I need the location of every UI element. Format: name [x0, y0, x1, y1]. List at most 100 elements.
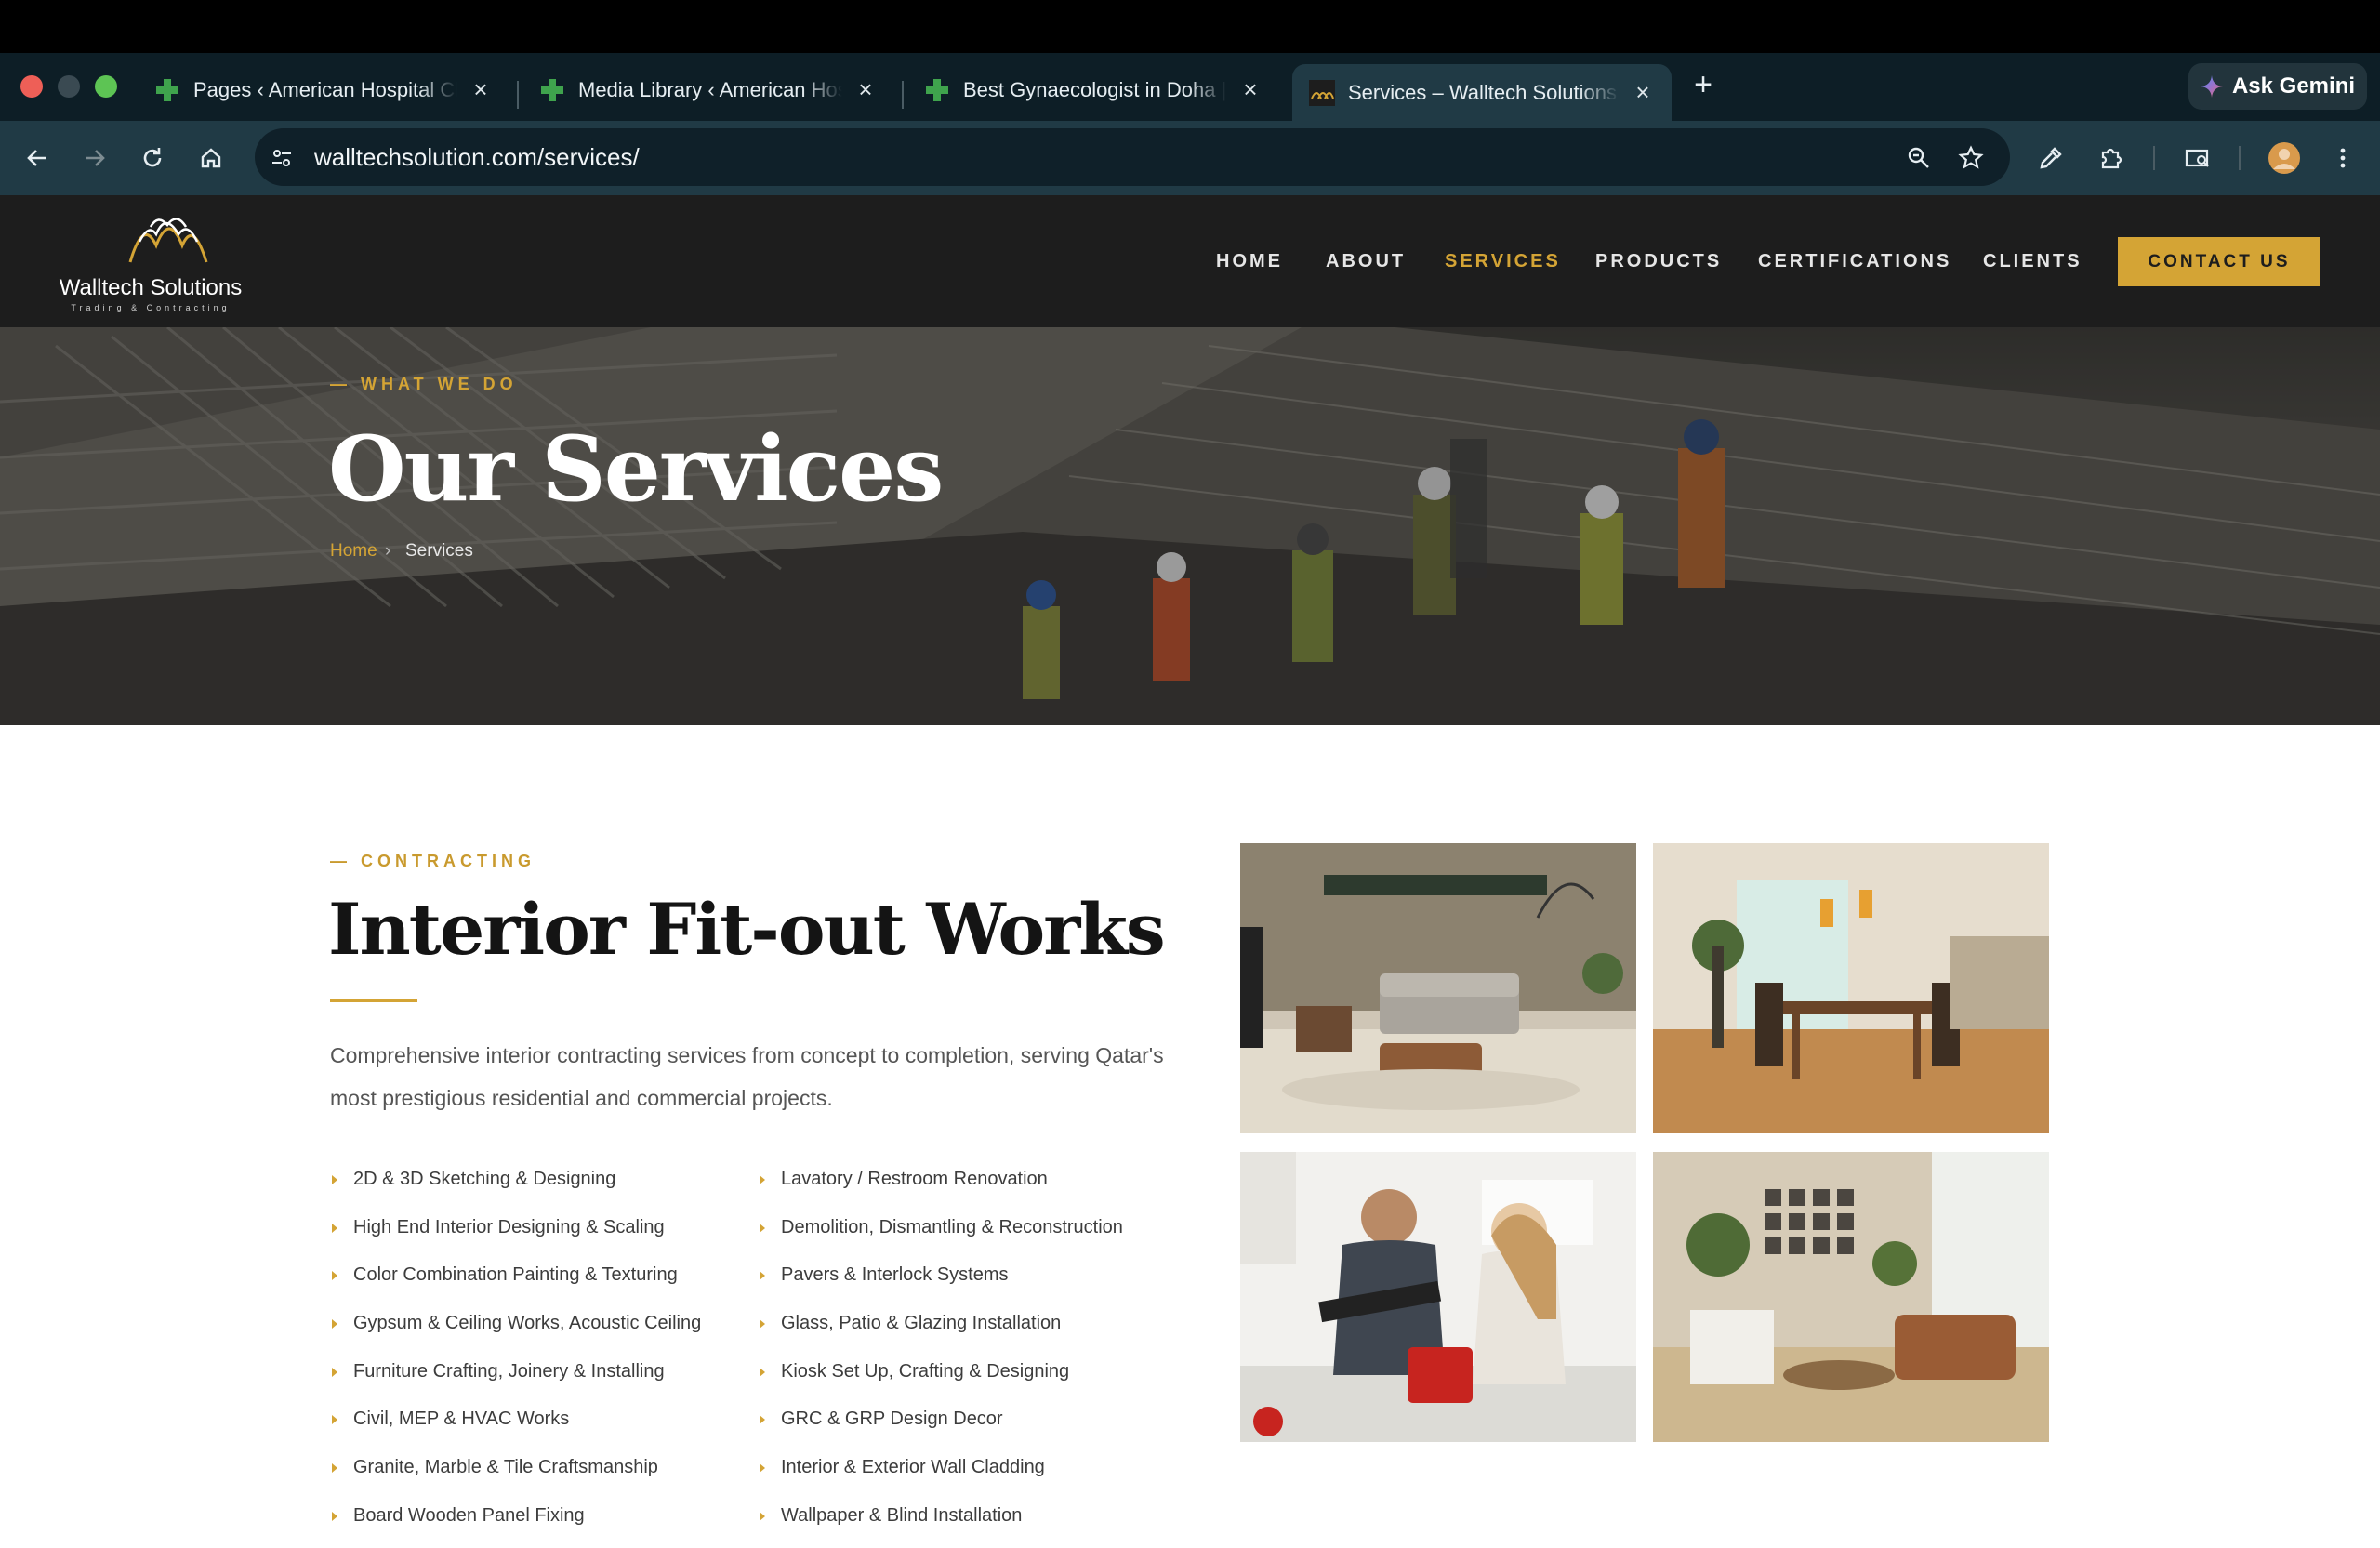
contact-us-button[interactable]: CONTACT US — [2118, 237, 2320, 286]
arrow-bullet-icon — [332, 1175, 337, 1184]
service-label: Kiosk Set Up, Crafting & Designing — [781, 1360, 1070, 1382]
tab-title: Services – Walltech Solutions — [1348, 80, 1617, 104]
section-kicker: — CONTRACTING — [330, 852, 536, 870]
service-label: Board Wooden Panel Fixing — [353, 1504, 585, 1526]
list-item: Gypsum & Ceiling Works, Acoustic Ceiling — [330, 1308, 701, 1356]
service-label: Glass, Patio & Glazing Installation — [781, 1313, 1062, 1334]
list-item: High End Interior Designing & Scaling — [330, 1212, 701, 1261]
service-label: Wallpaper & Blind Installation — [781, 1504, 1023, 1526]
service-label: Demolition, Dismantling & Reconstruction — [781, 1216, 1123, 1237]
service-label: Lavatory / Restroom Renovation — [781, 1169, 1048, 1189]
cross-favicon-icon — [924, 77, 950, 103]
breadcrumb-home-link[interactable]: Home — [330, 541, 377, 562]
nav-products[interactable]: PRODUCTS — [1595, 251, 1722, 272]
service-label: GRC & GRP Design Decor — [781, 1409, 1003, 1430]
cross-favicon-icon — [539, 77, 565, 103]
nav-home[interactable]: HOME — [1216, 251, 1283, 272]
list-item: Demolition, Dismantling & Reconstruction — [758, 1212, 1123, 1261]
maximize-window-icon[interactable] — [95, 75, 117, 98]
arrow-bullet-icon — [760, 1271, 765, 1281]
logo-subtitle: Trading & Contracting — [71, 303, 231, 312]
menu-icon[interactable] — [2324, 139, 2361, 177]
minimize-window-icon[interactable] — [58, 75, 80, 98]
browser-tab-active[interactable]: Services – Walltech Solutions × — [1292, 64, 1672, 121]
toolbar-divider — [2239, 146, 2241, 170]
list-item: 2D & 3D Sketching & Designing — [330, 1164, 701, 1212]
site-info-icon[interactable] — [263, 139, 300, 177]
close-tab-icon[interactable]: × — [1631, 78, 1655, 106]
zoom-icon[interactable] — [1900, 139, 1937, 177]
service-label: Interior & Exterior Wall Cladding — [781, 1457, 1045, 1478]
service-label: Granite, Marble & Tile Craftsmanship — [353, 1457, 658, 1478]
cross-favicon-icon — [154, 77, 180, 103]
service-label: High End Interior Designing & Scaling — [353, 1216, 665, 1237]
arrow-bullet-icon — [332, 1511, 337, 1521]
ask-gemini-label: Ask Gemini — [2231, 73, 2356, 99]
breadcrumb-current: Services — [405, 541, 473, 561]
list-item: GRC & GRP Design Decor — [758, 1404, 1123, 1452]
nav-certifications[interactable]: CERTIFICATIONS — [1758, 251, 1951, 272]
browser-tab[interactable]: Media Library ‹ American Hos × — [522, 64, 894, 115]
forward-icon[interactable] — [76, 139, 113, 177]
tab-search-icon[interactable] — [2179, 139, 2216, 177]
nav-about[interactable]: ABOUT — [1326, 251, 1406, 272]
service-label: Gypsum & Ceiling Works, Acoustic Ceiling — [353, 1313, 702, 1334]
service-label: Color Combination Painting & Texturing — [353, 1264, 678, 1286]
dining-room-photo — [1653, 843, 2049, 1133]
section-title: Interior Fit-out Works — [328, 888, 1166, 971]
living-room-photo — [1240, 843, 1636, 1133]
nav-clients[interactable]: CLIENTS — [1983, 251, 2082, 272]
tab-title: Media Library ‹ American Hos — [578, 77, 842, 101]
services-list-left: 2D & 3D Sketching & Designing High End I… — [330, 1164, 701, 1548]
profile-avatar[interactable] — [2266, 139, 2303, 177]
lounge-photo — [1653, 1152, 2049, 1442]
close-window-icon[interactable] — [20, 75, 43, 98]
arrow-bullet-icon — [332, 1271, 337, 1281]
tab-divider — [902, 81, 904, 109]
tab-divider — [517, 81, 519, 109]
tab-title: Pages ‹ American Hospital Cli — [193, 77, 457, 101]
list-item: Kiosk Set Up, Crafting & Designing — [758, 1356, 1123, 1405]
title-underline — [330, 999, 417, 1002]
reload-icon[interactable] — [134, 139, 171, 177]
star-icon[interactable] — [1952, 139, 1990, 177]
tab-title: Best Gynaecologist in Doha | — [963, 77, 1227, 101]
list-item: Board Wooden Panel Fixing — [330, 1501, 701, 1548]
arrow-bullet-icon — [760, 1463, 765, 1474]
services-list-right: Lavatory / Restroom Renovation Demolitio… — [758, 1164, 1123, 1548]
browser-tab[interactable]: Best Gynaecologist in Doha | × — [907, 64, 1279, 115]
home-icon[interactable] — [192, 139, 230, 177]
list-item: Interior & Exterior Wall Cladding — [758, 1452, 1123, 1501]
breadcrumb-separator-icon: › — [385, 541, 391, 561]
browser-tab[interactable]: Pages ‹ American Hospital Cli × — [138, 64, 509, 115]
arrow-bullet-icon — [332, 1367, 337, 1377]
eyedropper-icon[interactable] — [2032, 139, 2069, 177]
list-item: Lavatory / Restroom Renovation — [758, 1164, 1123, 1212]
arrow-bullet-icon — [332, 1223, 337, 1233]
close-tab-icon[interactable]: × — [1238, 75, 1263, 103]
url-text[interactable]: walltechsolution.com/services/ — [314, 143, 640, 172]
close-tab-icon[interactable]: × — [469, 75, 493, 103]
extensions-icon[interactable] — [2092, 139, 2129, 177]
list-item: Furniture Crafting, Joinery & Installing — [330, 1356, 701, 1405]
arrow-bullet-icon — [760, 1511, 765, 1521]
logo-text[interactable]: Walltech Solutions — [58, 275, 244, 301]
section-description: Comprehensive interior contracting servi… — [330, 1043, 1164, 1110]
list-item: Pavers & Interlock Systems — [758, 1260, 1123, 1308]
new-tab-button[interactable]: + — [1685, 67, 1722, 104]
back-icon[interactable] — [19, 139, 56, 177]
close-tab-icon[interactable]: × — [853, 75, 878, 103]
service-label: Civil, MEP & HVAC Works — [353, 1409, 570, 1430]
walltech-favicon-icon — [1309, 79, 1335, 106]
arrow-bullet-icon — [332, 1319, 337, 1330]
list-item: Wallpaper & Blind Installation — [758, 1501, 1123, 1548]
ask-gemini-button[interactable]: Ask Gemini — [2188, 63, 2367, 110]
service-label: Furniture Crafting, Joinery & Installing — [353, 1360, 665, 1382]
list-item: Glass, Patio & Glazing Installation — [758, 1308, 1123, 1356]
nav-services[interactable]: SERVICES — [1445, 251, 1561, 272]
list-item: Granite, Marble & Tile Craftsmanship — [330, 1452, 701, 1501]
service-label: Pavers & Interlock Systems — [781, 1264, 1009, 1286]
toolbar-divider — [2153, 146, 2155, 170]
walltech-logo-icon[interactable] — [126, 206, 210, 274]
hero-kicker: — WHAT WE DO — [330, 375, 518, 393]
